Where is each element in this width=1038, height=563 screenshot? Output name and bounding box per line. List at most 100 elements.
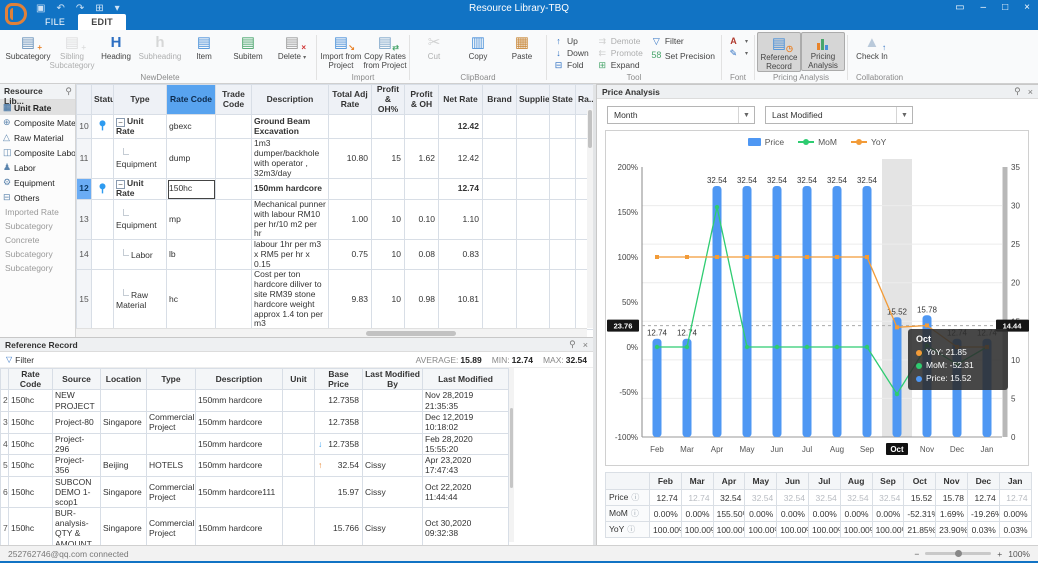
sidebar-subitem-subcategory[interactable]: Subcategory — [0, 219, 75, 233]
sidebar-item-labor[interactable]: ♟Labor — [0, 160, 75, 175]
period-dropdown[interactable]: Month ▼ — [607, 106, 755, 124]
sidebar-subitem-subcategory[interactable]: Subcategory — [0, 261, 75, 275]
item-button[interactable]: ▤Item — [182, 32, 226, 61]
paste-button[interactable]: ▦Paste — [500, 32, 544, 61]
column-header-base-price[interactable]: Base Price — [315, 369, 363, 390]
table-row[interactable]: 10−Unit RategbexcGround Beam Excavation1… — [77, 115, 594, 139]
sidebar-subitem-subcategory[interactable]: Subcategory — [0, 247, 75, 261]
column-header-rate-code[interactable]: Rate Code — [167, 85, 216, 115]
tab-edit[interactable]: EDIT — [78, 14, 126, 30]
sidebar-item-composite-material[interactable]: ⊕Composite Material — [0, 115, 75, 130]
price-bar[interactable] — [833, 186, 842, 437]
legend-item-mom[interactable]: MoM — [798, 137, 837, 147]
promote-button[interactable]: ⇇Promote — [597, 48, 643, 58]
table-row[interactable]: 14Laborlblabour 1hr per m3 x RM5 per hr … — [77, 240, 594, 270]
column-header-total-adj-rate[interactable]: Total Adj Rate — [329, 85, 372, 115]
maximize-button[interactable]: □ — [1002, 2, 1008, 13]
column-header-status[interactable]: Status — [92, 85, 114, 115]
filter-button[interactable]: ▽Filter — [651, 36, 715, 46]
subitem-button[interactable]: ▤Subitem — [226, 32, 270, 61]
close-icon[interactable]: × — [1028, 87, 1033, 97]
pin-icon[interactable]: ⚲ — [1014, 86, 1021, 97]
price-bar[interactable] — [893, 317, 902, 437]
pin-icon[interactable]: ⚲ — [65, 86, 72, 99]
horizontal-scrollbar[interactable] — [76, 328, 587, 337]
price-chart[interactable]: 200%150%100%50%0%-50%-100%35302520151050… — [606, 153, 1030, 465]
check-in-button[interactable]: ▲↑Check In — [850, 32, 894, 61]
sidebar-item-equipment[interactable]: ⚙Equipment — [0, 175, 75, 190]
vertical-scrollbar[interactable] — [587, 109, 593, 328]
sidebar-item-unit-rate[interactable]: ▦Unit Rate — [0, 100, 75, 115]
zoom-in-button[interactable]: + — [997, 549, 1002, 559]
fold-button[interactable]: ⊟Fold — [553, 60, 589, 70]
zoom-slider[interactable] — [925, 552, 991, 555]
sort-dropdown[interactable]: Last Modified ▼ — [765, 106, 913, 124]
column-header-rownum[interactable] — [77, 85, 92, 115]
pin-icon[interactable]: ⚲ — [569, 339, 576, 350]
column-header-profit-oh[interactable]: Profit & OH — [405, 85, 439, 115]
subcategory-button[interactable]: ▤+Subcategory — [6, 32, 50, 61]
info-icon[interactable]: ⓘ — [631, 509, 639, 518]
import-from-project-button[interactable]: ▤↘Import from Project — [319, 32, 363, 70]
sibling-subcategory-button[interactable]: ▤+Sibling Subcategory — [50, 32, 94, 70]
column-header-type[interactable]: Type — [114, 85, 167, 115]
column-header-description[interactable]: Description — [196, 369, 283, 390]
sidebar-item-raw-material[interactable]: △Raw Material — [0, 130, 75, 145]
minimize-button[interactable]: – — [981, 2, 987, 13]
table-row[interactable]: 11Equipmentdump1m3 dumper/backhole with … — [77, 139, 594, 179]
price-bar[interactable] — [653, 339, 662, 437]
info-icon[interactable]: ⓘ — [631, 493, 639, 502]
copy-button[interactable]: ▥Copy — [456, 32, 500, 61]
column-header-trade-code[interactable]: Trade Code — [216, 85, 252, 115]
table-row[interactable]: 5150hcProject-356BeijingHOTELS150mm hard… — [1, 455, 509, 476]
column-header-description[interactable]: Description — [252, 85, 329, 115]
sidebar-subitem-imported-rate[interactable]: Imported Rate — [0, 205, 75, 219]
price-bar[interactable] — [683, 339, 692, 437]
legend-item-yoy[interactable]: YoY — [851, 137, 886, 147]
column-header-type[interactable]: Type — [147, 369, 196, 390]
heading-button[interactable]: HHeading — [94, 32, 138, 61]
feedback-button[interactable]: ▭ — [955, 2, 964, 13]
demote-button[interactable]: ⇉Demote — [597, 36, 643, 46]
table-row[interactable]: 13EquipmentmpMechanical punner with labo… — [77, 200, 594, 240]
column-header-state[interactable]: State — [550, 85, 576, 115]
column-header-rate-code[interactable]: Rate Code — [9, 369, 53, 390]
reference-record-button[interactable]: ▤◷Reference Record — [757, 32, 801, 72]
column-header-last-modified-by[interactable]: Last Modified By — [363, 369, 423, 390]
table-row[interactable]: 4150hcProject-296150mm hardcore↓12.7358F… — [1, 433, 509, 454]
zoom-out-button[interactable]: − — [914, 549, 919, 559]
down-button[interactable]: ↓Down — [553, 48, 589, 58]
column-header-unit[interactable]: Unit — [283, 369, 315, 390]
close-icon[interactable]: × — [583, 340, 588, 350]
table-row[interactable]: 6150hcSUBCON DEMO 1-scop1SingaporeCommer… — [1, 476, 509, 508]
up-button[interactable]: ↑Up — [553, 36, 589, 46]
table-row[interactable]: 15Raw MaterialhcCost per ton hardcore di… — [77, 270, 594, 330]
highlight-color-icon-button[interactable]: ✎▾ — [728, 48, 748, 58]
filter-button[interactable]: Filter — [15, 355, 34, 365]
column-header-profit-oh[interactable]: Profit & OH% — [372, 85, 405, 115]
set-precision-button[interactable]: 58Set Precision — [651, 48, 715, 63]
table-row[interactable]: 3150hcProject-80SingaporeCommercial Proj… — [1, 411, 509, 433]
column-header-source[interactable]: Source — [53, 369, 101, 390]
table-row[interactable]: 12−Unit Rate150hc150mm hardcore12.74 — [77, 179, 594, 200]
price-bar[interactable] — [743, 186, 752, 437]
sidebar-item-composite-labor[interactable]: ◫Composite Labor — [0, 145, 75, 160]
reference-scrollbar[interactable] — [509, 368, 514, 542]
price-bar[interactable] — [773, 186, 782, 437]
column-header-net-rate[interactable]: Net Rate — [439, 85, 483, 115]
font-color-icon-button[interactable]: A▾ — [728, 36, 748, 46]
tab-file[interactable]: FILE — [32, 14, 78, 30]
active-cell[interactable]: 150hc — [167, 179, 216, 200]
sidebar-subitem-concrete[interactable]: Concrete — [0, 233, 75, 247]
legend-item-price[interactable]: Price — [748, 137, 784, 147]
column-header-brand[interactable]: Brand — [483, 85, 517, 115]
column-header-supplier[interactable]: Supplier — [517, 85, 550, 115]
close-button[interactable]: × — [1024, 2, 1030, 13]
column-header-location[interactable]: Location — [101, 369, 147, 390]
pricing-analysis-button[interactable]: Pricing Analysis — [801, 32, 845, 71]
table-row[interactable]: 7150hcBUR-analysis-QTY & AMOUNTSingapore… — [1, 508, 509, 545]
subheading-button[interactable]: hSubheading — [138, 32, 182, 61]
delete-button[interactable]: ▤×Delete ▾ — [270, 32, 314, 62]
sidebar-item-others[interactable]: ⊟Others — [0, 190, 75, 205]
price-bar[interactable] — [863, 186, 872, 437]
